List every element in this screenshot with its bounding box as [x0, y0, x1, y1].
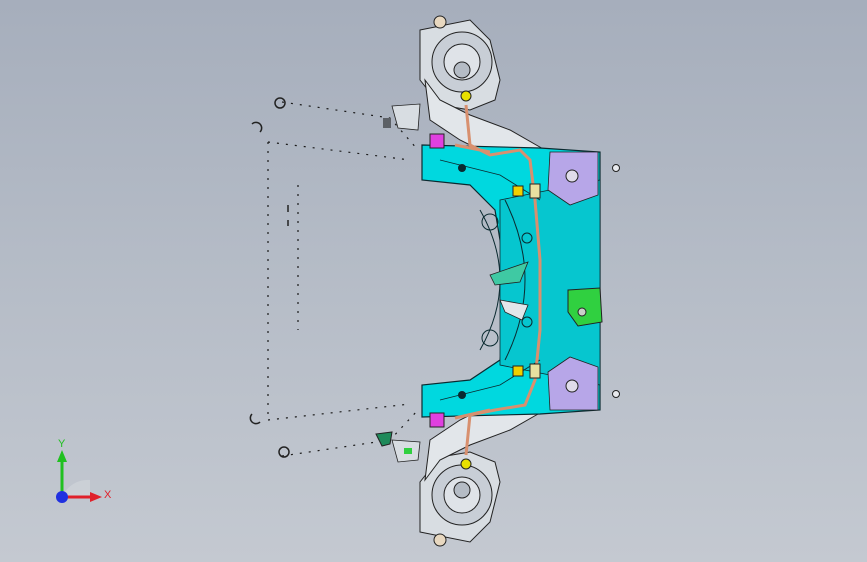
bushing-top — [429, 133, 445, 149]
y-axis-label: Y — [58, 438, 66, 450]
dashed-wire-nodes — [249, 97, 290, 458]
bolt-marker-bottom — [612, 390, 620, 398]
z-axis-dot-icon — [56, 491, 68, 503]
coordinate-triad: Y X — [48, 438, 118, 510]
bushing-bottom — [429, 412, 445, 428]
subframe-model[interactable] — [0, 0, 867, 562]
sensor-bracket-top[interactable] — [383, 103, 421, 131]
graphics-viewport[interactable]: Y X — [0, 0, 867, 562]
dashed-wire-outline — [267, 101, 419, 457]
y-axis-arrow-icon — [57, 450, 67, 462]
x-axis-label: X — [104, 489, 112, 501]
bolt-marker-top — [612, 164, 620, 172]
x-axis-arrow-icon — [90, 492, 102, 502]
sensor-bracket-bottom[interactable] — [375, 431, 421, 463]
